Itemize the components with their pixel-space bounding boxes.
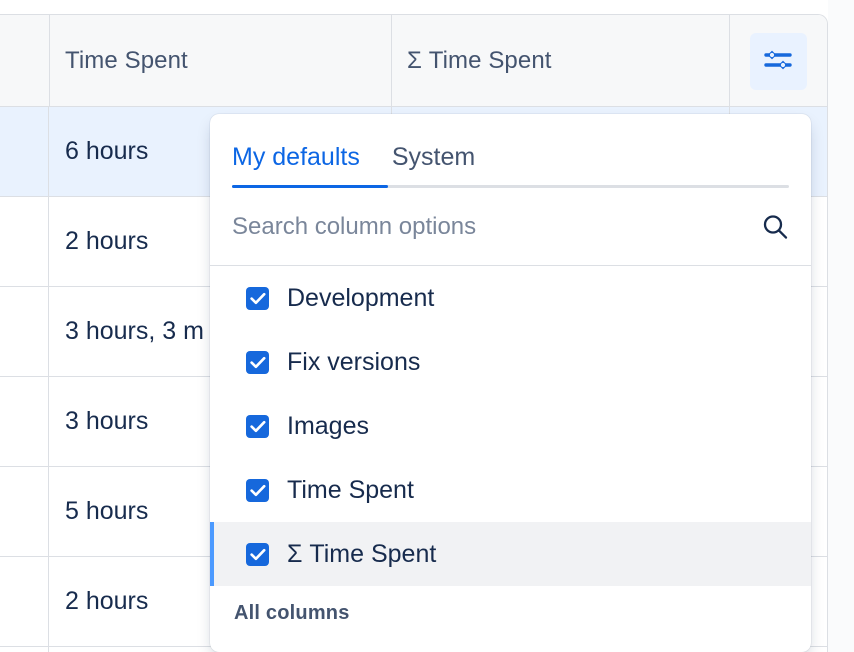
option-images[interactable]: Images	[210, 394, 811, 458]
table-header-row: Time Spent Σ Time Spent	[0, 15, 827, 107]
panel-tabs: My defaults System	[210, 114, 811, 188]
page-background-top	[0, 0, 854, 14]
option-sum-time-spent[interactable]: Σ Time Spent	[210, 522, 811, 586]
row-handle-cell[interactable]	[0, 287, 49, 376]
checkbox-checked-icon[interactable]	[246, 543, 269, 566]
cell-time-spent	[49, 647, 65, 652]
column-header-sum-time-spent-label: Σ Time Spent	[407, 47, 552, 75]
option-label: Σ Time Spent	[287, 540, 436, 569]
row-handle-cell[interactable]	[0, 107, 49, 196]
section-heading-all-columns: All columns	[210, 586, 811, 640]
option-label: Images	[287, 412, 369, 441]
row-handle-cell[interactable]	[0, 197, 49, 286]
column-options-panel: My defaults System	[210, 114, 811, 652]
column-header-time-spent[interactable]: Time Spent	[49, 15, 188, 107]
option-time-spent[interactable]: Time Spent	[210, 458, 811, 522]
section-heading-label: All columns	[234, 602, 350, 625]
search-icon[interactable]	[761, 213, 789, 241]
tab-system[interactable]: System	[376, 143, 491, 188]
cell-time-spent: 3 hours, 3 m	[49, 287, 204, 376]
column-settings-button[interactable]	[750, 33, 807, 90]
option-development[interactable]: Development	[210, 266, 811, 330]
column-options-list: Development Fix versions Images	[210, 266, 811, 640]
row-handle-cell[interactable]	[0, 467, 49, 556]
sliders-icon	[763, 47, 793, 76]
tab-my-defaults-label: My defaults	[232, 143, 360, 171]
column-header-sum-time-spent[interactable]: Σ Time Spent	[391, 15, 552, 107]
page-background-right	[828, 0, 854, 652]
tab-my-defaults[interactable]: My defaults	[232, 143, 376, 188]
checkbox-checked-icon[interactable]	[246, 351, 269, 374]
column-header-time-spent-label: Time Spent	[65, 47, 188, 75]
tab-system-label: System	[392, 143, 475, 171]
checkbox-checked-icon[interactable]	[246, 479, 269, 502]
search-row	[210, 188, 811, 266]
cell-time-spent: 3 hours	[49, 377, 148, 466]
option-fix-versions[interactable]: Fix versions	[210, 330, 811, 394]
cell-time-spent: 2 hours	[49, 197, 148, 286]
row-handle-cell[interactable]	[0, 557, 49, 646]
cell-time-spent: 2 hours	[49, 557, 148, 646]
row-handle-cell[interactable]	[0, 647, 49, 652]
checkbox-checked-icon[interactable]	[246, 287, 269, 310]
option-label: Time Spent	[287, 476, 414, 505]
cell-time-spent: 6 hours	[49, 107, 148, 196]
row-handle-cell[interactable]	[0, 377, 49, 466]
screen: Time Spent Σ Time Spent	[0, 0, 854, 652]
search-input[interactable]	[232, 213, 751, 241]
column-header-row-handle	[0, 15, 49, 107]
option-label: Fix versions	[287, 348, 420, 377]
column-settings-cell	[729, 15, 827, 107]
checkbox-checked-icon[interactable]	[246, 415, 269, 438]
option-label: Development	[287, 284, 434, 313]
cell-time-spent: 5 hours	[49, 467, 148, 556]
